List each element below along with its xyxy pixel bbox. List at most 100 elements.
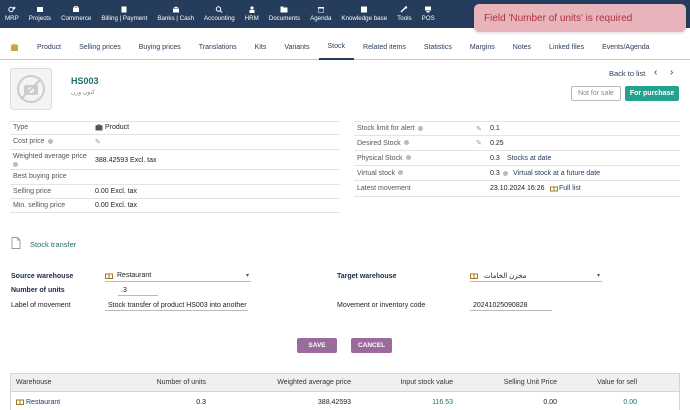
info-icon[interactable] [13,162,18,168]
column-header: Input stock value [400,379,453,386]
info-icon[interactable] [403,140,409,146]
menu-commerce[interactable]: Commerce [56,0,96,28]
tab-kits[interactable]: Kits [246,36,276,60]
full-list-link-wrap[interactable]: Full list [550,185,581,192]
stock-fields: Stock limit for alert ✎ 0.1 Desired Stoc… [354,121,680,197]
tab-margins[interactable]: Margins [461,36,504,60]
field-label: Cost price [13,138,45,145]
field-row-min-selling-price: Min. selling price 0.00 Excl. tax [10,199,340,213]
tab-related-items[interactable]: Related items [354,36,415,60]
bank-icon [172,6,180,13]
menu-label: Banks | Cash [157,15,195,22]
movement-code-input[interactable]: 20241025090828 [470,300,552,311]
tab-label: Events/Agenda [602,44,650,51]
menu-projects[interactable]: Projects [24,0,56,28]
edit-pencil-icon[interactable]: ✎ [476,125,490,133]
info-icon[interactable] [417,125,423,131]
field-label-wrap: Virtual stock [354,170,490,177]
menu-label: HRM [244,15,259,22]
tab-notes[interactable]: Notes [504,36,540,60]
chevron-down-icon: ▾ [245,273,249,279]
menu-label: Documents [268,15,301,22]
virtual-stock-future-link[interactable]: Virtual stock at a future date [513,170,600,177]
tab-stock[interactable]: Stock [318,36,355,60]
hrm-icon [248,6,256,13]
menu-agenda[interactable]: Agenda [305,0,336,28]
menu-documents[interactable]: Documents [264,0,305,28]
field-value: 388.42593 Excl. tax [95,156,157,164]
accounting-icon [215,6,223,13]
back-to-list-link[interactable]: Back to list [609,69,645,78]
field-label: Virtual stock [357,169,395,177]
field-value: 0.1 [490,125,500,132]
stock-transfer-title: Stock transfer [30,240,77,249]
field-label: Weighted average price [13,152,87,160]
error-notification[interactable]: Field 'Number of units' is required [474,4,686,32]
field-label: Physical Stock [357,154,403,162]
previous-record-button[interactable]: ‹ [654,67,657,78]
edit-pencil-icon[interactable]: ✎ [476,139,490,147]
number-of-units-input[interactable]: .3 [118,285,158,296]
warehouse-cell[interactable]: Restaurant [11,399,116,406]
tab-label: Buying prices [138,44,181,51]
field-value: 0.3 [490,169,500,177]
tab-buying-prices[interactable]: Buying prices [130,36,190,60]
document-icon [11,237,21,249]
cancel-button[interactable]: CANCEL [351,338,392,353]
menu-knowledge-base[interactable]: Knowledge base [336,0,392,28]
tab-label: Variants [284,44,310,51]
menu-tools[interactable]: Tools [392,0,416,28]
stocks-at-date-link[interactable]: Stocks at date [507,155,551,162]
input-value-cell: 116.53 [432,398,453,406]
product-photo-placeholder[interactable] [10,68,52,110]
field-label-wrap: Weighted average price [10,152,95,170]
menu-bank[interactable]: Banks | Cash [152,0,199,28]
tab-events-agenda[interactable]: Events/Agenda [593,36,658,60]
source-warehouse-select[interactable]: Restaurant ▾ [105,270,251,282]
tab-statistics[interactable]: Statistics [415,36,461,60]
menu-label: Projects [28,15,52,22]
tab-selling-prices[interactable]: Selling prices [70,36,130,60]
field-label: Type [13,124,29,132]
save-button[interactable]: SAVE [297,338,337,353]
for-purchase-button[interactable]: For purchase [625,86,679,101]
next-record-button[interactable]: › [670,67,673,78]
field-value: Product [105,124,130,132]
info-icon[interactable] [398,170,403,176]
not-for-sale-button[interactable]: Not for sale [571,86,621,101]
field-label: Selling price [13,187,52,195]
field-row-best-buying-price: Best buying price [10,170,340,185]
info-icon[interactable] [47,138,53,144]
column-header: Number of units [156,379,206,386]
menu-label: Tools [397,15,412,22]
field-label-wrap: Physical Stock [354,155,490,162]
info-icon[interactable] [405,155,411,161]
menu-mrp[interactable]: MRP [0,0,24,28]
agenda-icon [317,6,325,13]
chevron-down-icon: ▾ [596,273,600,279]
menu-accounting[interactable]: Accounting [199,0,240,28]
menu-billing[interactable]: Billing | Payment [96,0,152,28]
menu-hrm[interactable]: HRM [240,0,264,28]
source-warehouse-label: Source warehouse [11,273,74,280]
selected-value: Restaurant [117,272,152,279]
field-row-virtual-stock: Virtual stock 0.3 Virtual stock at a fut… [354,166,680,181]
tab-variants[interactable]: Variants [275,36,318,60]
field-value: 0.25 [490,139,504,147]
movement-code-label: Movement or inventory code [337,302,426,309]
edit-pencil-icon[interactable]: ✎ [95,138,101,146]
tab-translations[interactable]: Translations [190,36,246,60]
label-of-movement-input[interactable]: Stock transfer of product HS003 into ano… [105,300,248,311]
info-icon[interactable] [503,170,508,176]
documents-icon [280,6,288,13]
no-photo-icon [17,75,45,103]
label-of-movement-label: Label of movement [11,302,71,309]
wap-cell: 388.42593 [317,398,351,406]
billing-icon [120,6,128,13]
column-header: Weighted average price [277,379,351,386]
tab-product[interactable]: Product [28,36,70,60]
target-warehouse-select[interactable]: مخزن الخامات ▾ [470,270,602,282]
number-of-units-label: Number of units [11,287,65,294]
tab-linked-files[interactable]: Linked files [540,36,593,60]
menu-pos[interactable]: POS [417,0,440,28]
